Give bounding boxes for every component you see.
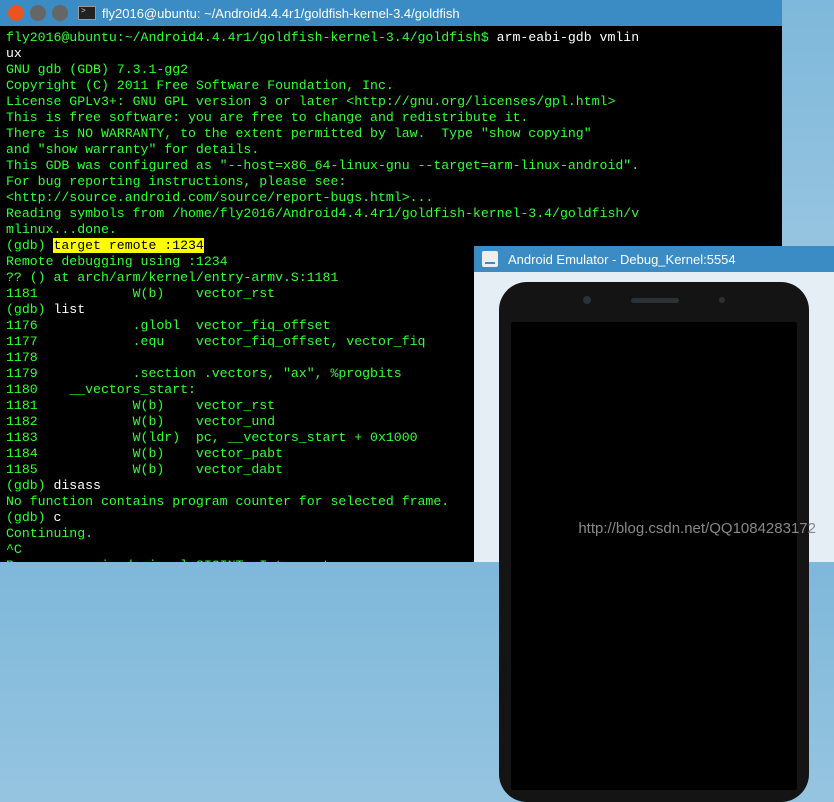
out: 1177 .equ vector_fiq_offset, vector_fiq [6,334,425,349]
command: arm-eabi-gdb vmlin [497,30,639,45]
watermark: http://blog.csdn.net/QQ1084283172 [578,520,816,537]
out: Copyright (C) 2011 Free Software Foundat… [6,78,394,93]
out: This GDB was configured as "--host=x86_6… [6,158,639,173]
out: 1181 W(b) vector_rst [6,286,275,301]
out: 1183 W(ldr) pc, __vectors_start + 0x1000 [6,430,418,445]
gdb-prompt: (gdb) [6,302,53,317]
emulator-body [474,272,834,562]
command: disass [53,478,100,493]
command: list [53,302,85,317]
speaker-icon [631,298,679,303]
out: 1185 W(b) vector_dabt [6,462,283,477]
out: Remote debugging using :1234 [6,254,228,269]
out: Program received signal SIGINT, Interrup… [6,558,338,562]
emulator-title: Android Emulator - Debug_Kernel:5554 [508,252,736,267]
out: 1178 [6,350,38,365]
out: 1181 W(b) vector_rst [6,398,275,413]
out: There is NO WARRANTY, to the extent perm… [6,126,592,141]
out: No function contains program counter for… [6,494,449,509]
out: This is free software: you are free to c… [6,110,528,125]
out: and "show warranty" for details. [6,142,259,157]
out: 1182 W(b) vector_und [6,414,275,429]
out: <http://source.android.com/source/report… [6,190,433,205]
out: License GPLv3+: GNU GPL version 3 or lat… [6,94,615,109]
terminal-titlebar[interactable]: fly2016@ubuntu: ~/Android4.4.4r1/goldfis… [0,0,782,26]
out: mlinux...done. [6,222,117,237]
emulator-titlebar[interactable]: Android Emulator - Debug_Kernel:5554 [474,246,834,272]
command: c [53,510,61,525]
gdb-prompt: (gdb) [6,478,53,493]
highlighted-command: target remote :1234 [53,238,203,253]
out: 1184 W(b) vector_pabt [6,446,283,461]
sensor-icon [719,297,725,303]
out: 1176 .globl vector_fiq_offset [6,318,330,333]
out: Reading symbols from /home/fly2016/Andro… [6,206,639,221]
emulator-window: Android Emulator - Debug_Kernel:5554 [474,246,834,562]
out: ?? () at arch/arm/kernel/entry-armv.S:11… [6,270,338,285]
prompt: fly2016@ubuntu:~/Android4.4.4r1/goldfish… [6,30,489,45]
camera-icon [583,296,591,304]
out: 1180 __vectors_start: [6,382,196,397]
out: ^C [6,542,22,557]
terminal-title: fly2016@ubuntu: ~/Android4.4.4r1/goldfis… [102,6,460,21]
phone-frame [499,282,809,802]
out: For bug reporting instructions, please s… [6,174,346,189]
minimize-icon[interactable] [482,251,498,267]
command-cont: ux [6,46,22,61]
terminal-icon [78,6,96,20]
phone-screen[interactable] [511,322,797,790]
maximize-icon[interactable] [52,5,68,21]
gdb-prompt: (gdb) [6,510,53,525]
minimize-icon[interactable] [30,5,46,21]
close-icon[interactable] [8,5,24,21]
out: Continuing. [6,526,93,541]
out: GNU gdb (GDB) 7.3.1-gg2 [6,62,188,77]
gdb-prompt: (gdb) [6,238,53,253]
out: 1179 .section .vectors, "ax", %progbits [6,366,402,381]
